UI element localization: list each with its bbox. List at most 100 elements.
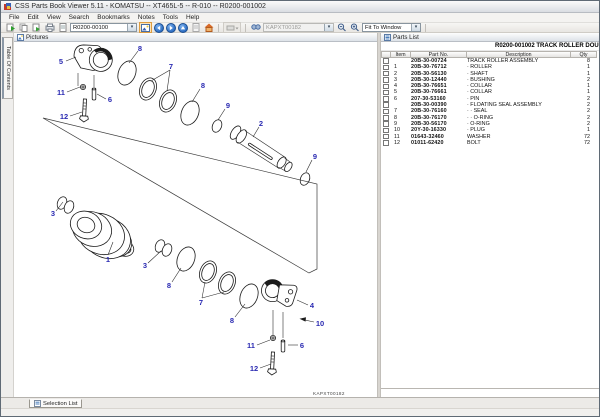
- row-checkbox[interactable]: [383, 96, 389, 102]
- part-pin-6b: [280, 339, 286, 353]
- book-section-combo[interactable]: R0200-00100 ▾: [70, 23, 137, 32]
- part-oring-8c: [176, 246, 196, 272]
- part-oring-8: [117, 60, 137, 86]
- menu-bar: File Edit View Search Bookmarks Notes To…: [1, 13, 599, 23]
- callout-label: 3: [51, 209, 55, 218]
- chevron-down-icon[interactable]: ▾: [411, 24, 420, 31]
- part-shaft-2: [229, 125, 293, 173]
- row-checkbox[interactable]: [383, 58, 389, 64]
- assembly-title-bar: R0200-001002 TRACK ROLLER DOUB: [381, 42, 600, 51]
- callout-label: 8: [138, 44, 142, 53]
- print-dropdown-button[interactable]: [223, 22, 241, 33]
- menu-bookmarks[interactable]: Bookmarks: [93, 14, 134, 21]
- home-button[interactable]: [203, 23, 214, 32]
- callout-label: 3: [143, 261, 147, 270]
- toolbar-separator: [218, 23, 219, 32]
- callout-label: 8: [167, 281, 171, 290]
- column-checkbox: [381, 51, 391, 58]
- chevron-down-icon[interactable]: ▾: [127, 24, 136, 31]
- part-roller-1: [69, 210, 135, 260]
- toolbar-separator: [425, 23, 426, 32]
- zoom-level-value: Fit To Window: [365, 24, 402, 31]
- row-checkbox[interactable]: [383, 121, 389, 127]
- pictures-panel-header[interactable]: Pictures: [14, 33, 377, 42]
- parts-panel-header[interactable]: Parts List: [381, 33, 599, 42]
- part-collar-4: [261, 279, 298, 307]
- row-checkbox[interactable]: [383, 102, 389, 108]
- pictures-canvas[interactable]: 8 5 7 8 9 2 9 11 6 12 3 1 3 8 7 8 4 10 1…: [14, 42, 377, 397]
- nav-back-button[interactable]: [154, 22, 164, 33]
- nav-up-button[interactable]: [178, 22, 188, 33]
- part-oring-8d: [239, 283, 259, 309]
- callout-label: 8: [230, 316, 234, 325]
- tab-table-of-contents[interactable]: Table Of Contents: [2, 37, 13, 99]
- row-checkbox[interactable]: [383, 127, 389, 134]
- parts-book-viewer-window: CSS Parts Book Viewer 5.11 - KOMATSU -- …: [0, 0, 600, 417]
- row-checkbox[interactable]: [383, 108, 389, 115]
- zoom-level-combo[interactable]: Fit To Window ▾: [362, 23, 421, 32]
- part-bushing-3b: [154, 239, 173, 257]
- parts-list-panel: R0200-001002 TRACK ROLLER DOUB Item Part…: [381, 42, 600, 397]
- menu-edit[interactable]: Edit: [23, 14, 42, 21]
- mounting-plane-outline: [42, 117, 318, 274]
- column-description[interactable]: Description: [467, 51, 571, 58]
- column-item[interactable]: Item: [391, 51, 411, 58]
- page-list-button[interactable]: [190, 23, 201, 32]
- plug-arrow: [299, 317, 315, 323]
- cell-qty: 72: [584, 139, 590, 146]
- pictures-view-toggle[interactable]: [139, 22, 152, 33]
- bottom-tab-band: Selection List: [1, 397, 599, 408]
- menu-view[interactable]: View: [43, 14, 65, 21]
- figure-combo-value: KAPXT00182: [266, 24, 302, 31]
- row-checkbox[interactable]: [383, 115, 389, 121]
- copy-page-button[interactable]: [18, 23, 29, 32]
- title-bar[interactable]: CSS Parts Book Viewer 5.11 - KOMATSU -- …: [1, 1, 599, 13]
- cell-description: BOLT: [467, 139, 481, 146]
- search-icon[interactable]: [250, 23, 261, 32]
- callout-label: 2: [259, 119, 263, 128]
- nav-forward-button[interactable]: [166, 22, 176, 33]
- menu-file[interactable]: File: [5, 14, 23, 21]
- cell-item: 12: [394, 139, 400, 146]
- add-to-selection-button[interactable]: [5, 23, 16, 32]
- row-checkbox[interactable]: [383, 70, 389, 77]
- menu-help[interactable]: Help: [182, 14, 203, 21]
- menu-tools[interactable]: Tools: [159, 14, 182, 21]
- callout-label: 11: [247, 341, 255, 350]
- column-part-no[interactable]: Part No.: [411, 51, 467, 58]
- row-checkbox[interactable]: [383, 64, 389, 71]
- menu-search[interactable]: Search: [65, 14, 94, 21]
- tab-selection-list[interactable]: Selection List: [29, 399, 83, 408]
- export-page-button[interactable]: [31, 23, 42, 32]
- row-checkbox[interactable]: [383, 89, 389, 96]
- row-checkbox[interactable]: [383, 133, 389, 140]
- book-section-value: R0200-00100: [73, 24, 109, 31]
- menu-notes[interactable]: Notes: [134, 14, 159, 21]
- parts-table-row[interactable]: 12 01011-62420 BOLT 72: [381, 139, 599, 146]
- exploded-diagram: 8 5 7 8 9 2 9 11 6 12 3 1 3 8 7 8 4 10 1…: [42, 44, 345, 396]
- part-oring-9b: [299, 172, 311, 186]
- picture-icon: [17, 33, 24, 41]
- parts-footer: Ref.No:KAPXT00182.PDF: [381, 388, 599, 397]
- zoom-in-icon[interactable]: [349, 23, 360, 32]
- figure-reference: KAPXT00182: [313, 391, 345, 396]
- row-checkbox[interactable]: [383, 140, 389, 146]
- callout-label: 11: [57, 88, 65, 97]
- pictures-panel-title: Pictures: [26, 33, 49, 41]
- part-bushing-3: [56, 196, 75, 214]
- print-page-button[interactable]: [44, 23, 55, 32]
- list-icon: [384, 33, 391, 41]
- zoom-out-icon[interactable]: [336, 23, 347, 32]
- document-button[interactable]: [57, 23, 68, 32]
- callout-label: 9: [313, 152, 317, 161]
- row-checkbox[interactable]: [383, 77, 389, 83]
- callout-label: 1: [106, 255, 110, 264]
- callout-label: 4: [310, 301, 315, 310]
- column-qty[interactable]: Qty: [571, 51, 597, 58]
- part-pin-6: [91, 87, 97, 101]
- part-seal-7d: [218, 271, 236, 295]
- assembly-title: R0200-001002 TRACK ROLLER DOUB: [495, 43, 600, 49]
- toolbar-separator: [245, 23, 246, 32]
- row-checkbox[interactable]: [383, 83, 389, 90]
- part-seal-7c: [199, 260, 217, 284]
